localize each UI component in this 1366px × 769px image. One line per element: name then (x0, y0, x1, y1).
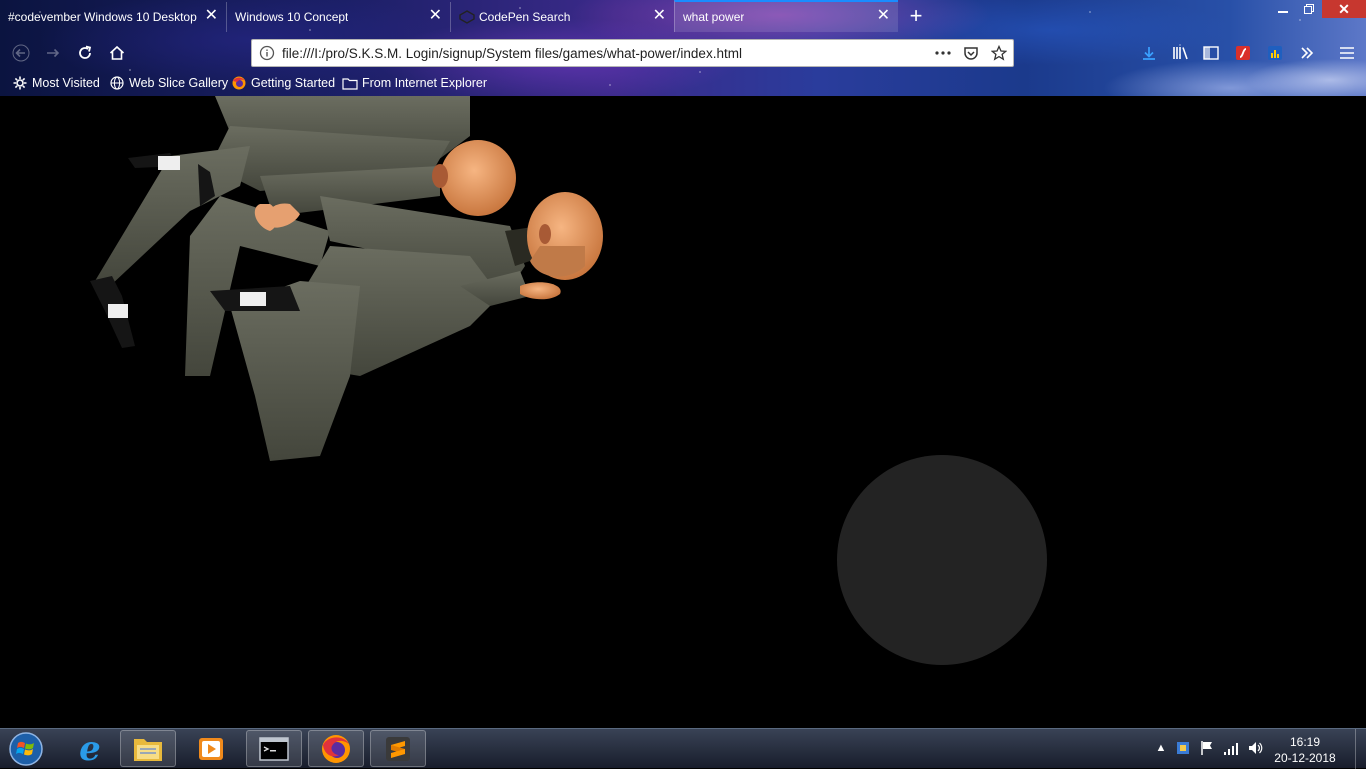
taskbar-sublime-text[interactable] (370, 730, 426, 767)
library-icon (1173, 47, 1188, 60)
tab-codevember[interactable]: #codevember Windows 10 Desktop ✕ (0, 2, 226, 32)
show-desktop-button[interactable] (1355, 729, 1366, 769)
close-tab-icon[interactable]: ✕ (653, 8, 666, 24)
url-text[interactable]: file:///I:/pro/S.K.S.M. Login/signup/Sys… (282, 46, 929, 61)
system-clock[interactable]: 16:19 20-12-2018 (1270, 734, 1340, 766)
page-actions-icon[interactable] (929, 51, 957, 55)
navigation-toolbar: file:///I:/pro/S.K.S.M. Login/signup/Sys… (0, 36, 1366, 70)
taskbar-internet-explorer[interactable]: e (62, 730, 118, 767)
start-button[interactable] (4, 730, 48, 768)
close-tab-icon[interactable]: ✕ (429, 8, 442, 24)
folder-icon (134, 738, 162, 761)
tab-windows-10-concept[interactable]: Windows 10 Concept ✕ (226, 2, 450, 32)
plus-icon: + (909, 3, 923, 28)
new-tab-button[interactable]: + (904, 5, 928, 29)
flag-icon (1201, 741, 1212, 755)
action-center-button[interactable] (1198, 739, 1216, 757)
bookmark-label: Getting Started (251, 76, 336, 90)
speaker-icon (1249, 742, 1263, 754)
home-icon (109, 45, 125, 60)
info-icon[interactable] (252, 45, 282, 61)
back-button[interactable] (8, 40, 34, 66)
downloads-button[interactable] (1136, 41, 1162, 65)
codepen-icon (459, 10, 475, 24)
taskbar-firefox[interactable] (308, 730, 364, 767)
close-icon: ✕ (1338, 0, 1350, 17)
taskbar-file-explorer[interactable] (120, 730, 176, 767)
chevron-double-right-icon (1301, 47, 1314, 59)
tray-app-icon[interactable] (1174, 739, 1192, 757)
tab-title: #codevember Windows 10 Desktop (8, 10, 197, 24)
bookmark-getting-started[interactable]: Getting Started (231, 74, 335, 92)
home-button[interactable] (104, 40, 130, 66)
forward-arrow-icon (47, 48, 60, 58)
restore-icon (1304, 4, 1314, 14)
bookmark-most-visited[interactable]: Most Visited (12, 74, 100, 92)
windows-logo-icon (9, 732, 43, 766)
bookmark-label: Most Visited (32, 76, 100, 90)
window-controls: ✕ (1270, 0, 1366, 18)
command-prompt-icon (259, 736, 289, 761)
firefox-icon (322, 734, 350, 763)
flash-extension-button[interactable] (1230, 41, 1256, 65)
network-app-icon (1177, 742, 1189, 754)
windows-taskbar: e ▲ 16:19 20-12-2018 (0, 728, 1366, 769)
gear-icon (12, 75, 28, 91)
hamburger-icon (1340, 47, 1354, 59)
bar-chart-icon (1268, 46, 1282, 60)
bookmarks-toolbar: Most Visited Web Slice Gallery Getting S… (0, 72, 1366, 94)
minimize-icon (1278, 11, 1288, 13)
bookmark-label: Web Slice Gallery (129, 76, 229, 90)
sidebar-button[interactable] (1198, 41, 1224, 65)
floating-figures (90, 96, 603, 461)
bookmark-star-icon[interactable] (985, 45, 1013, 61)
browser-chrome: #codevember Windows 10 Desktop ✕ Windows… (0, 0, 1366, 96)
globe-icon (109, 75, 125, 91)
taskbar-media-player[interactable] (183, 730, 239, 767)
signal-bars-icon (1224, 743, 1238, 755)
library-button[interactable] (1168, 41, 1194, 65)
tab-title: what power (683, 10, 745, 24)
media-player-icon (199, 737, 223, 760)
sidebar-icon (1203, 46, 1219, 60)
tab-strip: #codevember Windows 10 Desktop ✕ Windows… (0, 0, 1366, 34)
volume-button[interactable] (1246, 739, 1264, 757)
url-bar[interactable]: file:///I:/pro/S.K.S.M. Login/signup/Sys… (251, 39, 1014, 67)
bookmark-from-internet-explorer[interactable]: From Internet Explorer (342, 74, 487, 92)
tab-what-power[interactable]: what power ✕ (674, 0, 898, 32)
clock-date: 20-12-2018 (1274, 751, 1336, 765)
tab-title: Windows 10 Concept (235, 10, 349, 24)
bookmark-label: From Internet Explorer (362, 76, 488, 90)
close-tab-icon[interactable]: ✕ (877, 8, 890, 24)
main-menu-button[interactable] (1334, 41, 1360, 65)
chevron-up-icon: ▲ (1155, 742, 1167, 754)
show-hidden-icons-button[interactable]: ▲ (1152, 739, 1170, 757)
reload-icon (79, 45, 92, 59)
restore-button[interactable] (1296, 0, 1322, 18)
back-arrow-icon (12, 44, 30, 62)
overflow-menu-button[interactable] (1294, 41, 1320, 65)
flash-icon (1236, 46, 1250, 60)
joystick-pad[interactable] (837, 455, 1047, 665)
sublime-text-icon (386, 736, 410, 761)
close-tab-icon[interactable]: ✕ (205, 8, 218, 24)
clock-time: 16:19 (1289, 735, 1321, 749)
bookmark-web-slice-gallery[interactable]: Web Slice Gallery (109, 74, 228, 92)
taskbar-command-prompt[interactable] (246, 730, 302, 767)
forward-button[interactable] (40, 40, 66, 66)
game-canvas[interactable] (0, 96, 1366, 728)
pocket-icon[interactable] (957, 45, 985, 61)
minimize-button[interactable] (1270, 0, 1296, 18)
reload-button[interactable] (72, 40, 98, 66)
close-window-button[interactable]: ✕ (1322, 0, 1366, 18)
folder-icon (342, 75, 358, 91)
firefox-icon (231, 75, 247, 91)
network-button[interactable] (1222, 739, 1240, 757)
internet-explorer-icon: e (79, 728, 101, 769)
tab-codepen-search[interactable]: CodePen Search ✕ (450, 2, 674, 32)
download-icon (1143, 47, 1155, 60)
tab-title: CodePen Search (479, 10, 571, 24)
stats-extension-button[interactable] (1262, 41, 1288, 65)
